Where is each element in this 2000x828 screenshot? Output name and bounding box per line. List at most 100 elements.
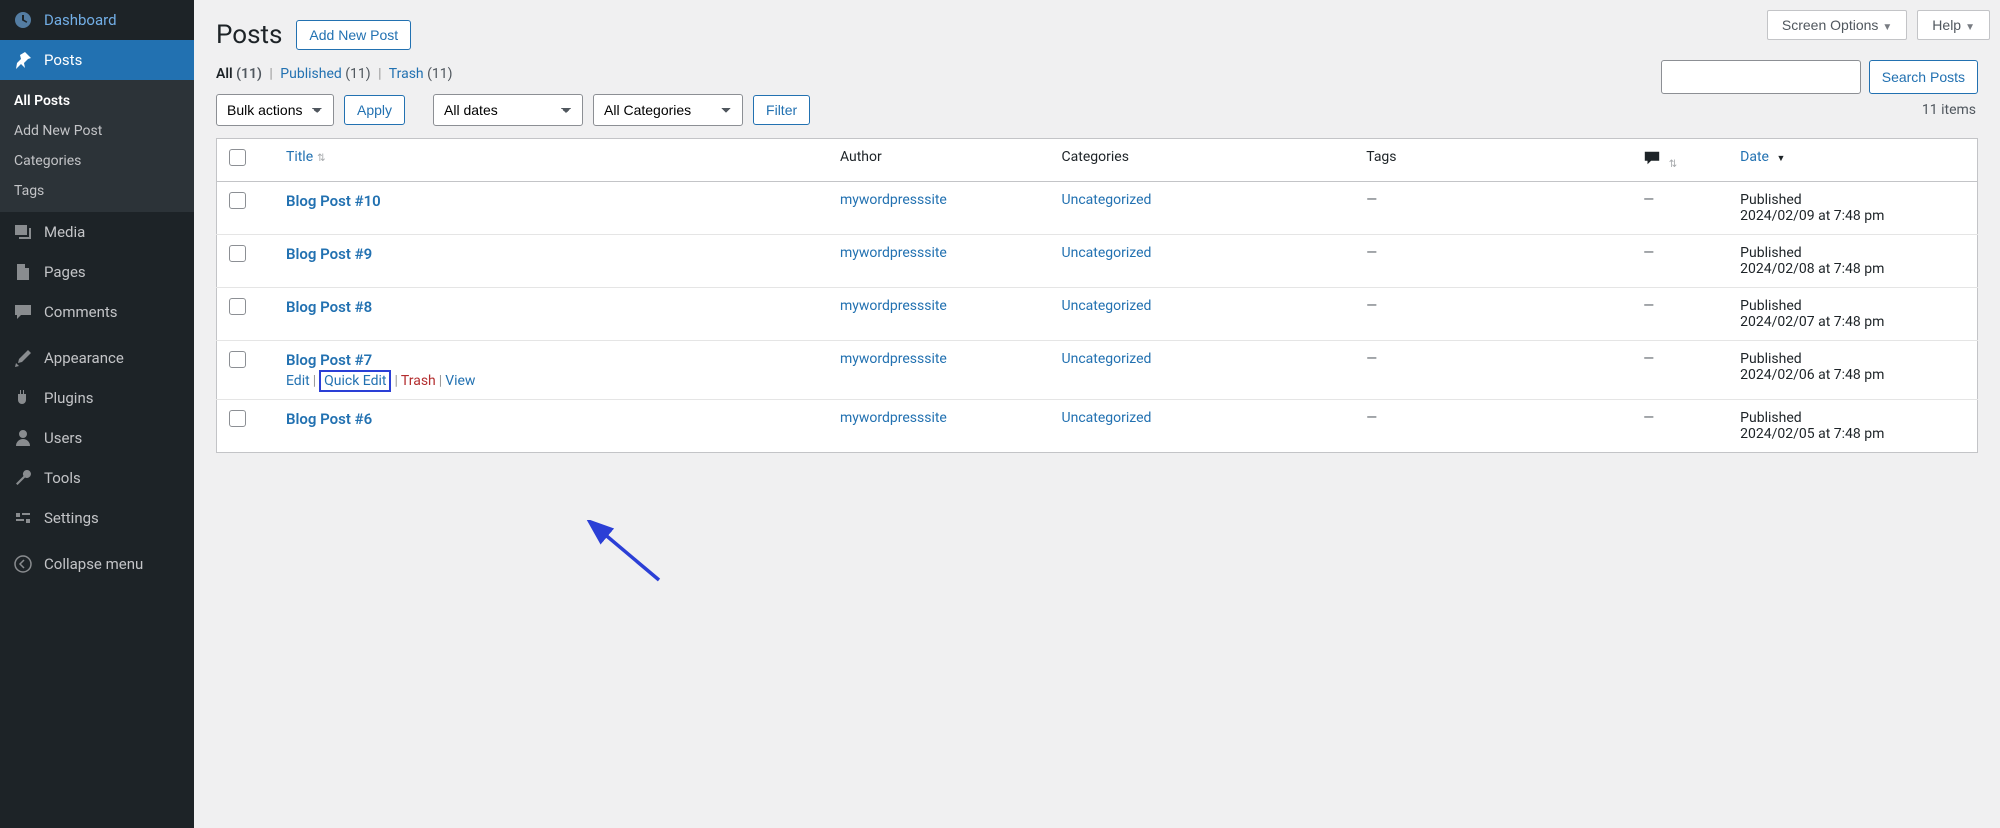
table-controls: Bulk actions Apply All dates All Categor… — [194, 94, 2000, 138]
post-date: 2024/02/05 at 7:48 pm — [1740, 426, 1884, 442]
select-all-checkbox[interactable] — [229, 149, 246, 166]
post-tags: — — [1366, 245, 1377, 261]
sidebar-item-settings[interactable]: Settings — [0, 498, 194, 538]
post-author-link[interactable]: mywordpresssite — [840, 192, 947, 208]
row-action-view[interactable]: View — [445, 373, 475, 389]
settings-icon — [12, 507, 34, 529]
sidebar-sub-tags[interactable]: Tags — [0, 176, 194, 206]
page-header: Posts Add New Post — [194, 0, 2000, 60]
collapse-icon — [12, 553, 34, 575]
sidebar-item-posts[interactable]: Posts — [0, 40, 194, 80]
table-row: Blog Post #6 mywordpresssite Uncategoriz… — [217, 400, 1978, 453]
column-header-date[interactable]: Date — [1728, 139, 1977, 182]
post-author-link[interactable]: mywordpresssite — [840, 410, 947, 426]
table-row: Blog Post #8 mywordpresssite Uncategoriz… — [217, 288, 1978, 341]
post-author-link[interactable]: mywordpresssite — [840, 245, 947, 261]
search-input[interactable] — [1661, 60, 1861, 94]
column-header-author: Author — [828, 139, 1050, 182]
post-category-link[interactable]: Uncategorized — [1062, 245, 1152, 261]
row-checkbox[interactable] — [229, 192, 246, 209]
row-action-edit[interactable]: Edit — [286, 373, 310, 389]
category-filter-select[interactable]: All Categories — [593, 94, 743, 126]
posts-table: Title Author Categories Tags Date Blog P… — [216, 138, 1978, 453]
search-form: Search Posts — [1661, 60, 1978, 94]
post-tags: — — [1366, 192, 1377, 208]
screen-options-button[interactable]: Screen Options▼ — [1767, 10, 1907, 40]
help-button[interactable]: Help▼ — [1917, 10, 1990, 40]
date-filter-select[interactable]: All dates — [433, 94, 583, 126]
post-tags: — — [1366, 298, 1377, 314]
sidebar-item-appearance[interactable]: Appearance — [0, 338, 194, 378]
post-comments-count: — — [1643, 410, 1654, 426]
sidebar-item-users[interactable]: Users — [0, 418, 194, 458]
sidebar-label: Media — [44, 223, 85, 241]
row-checkbox[interactable] — [229, 410, 246, 427]
row-checkbox[interactable] — [229, 351, 246, 368]
post-category-link[interactable]: Uncategorized — [1062, 351, 1152, 367]
sort-desc-icon — [1776, 153, 1785, 164]
sidebar-label: Appearance — [44, 349, 124, 367]
post-date-status: Published — [1740, 410, 1801, 426]
sidebar-label: Collapse menu — [44, 555, 143, 573]
column-header-title[interactable]: Title — [274, 139, 828, 182]
filter-published[interactable]: Published (11) — [280, 66, 370, 82]
item-count: 11 items — [1922, 102, 1978, 118]
column-header-comments[interactable] — [1631, 139, 1728, 182]
post-date-status: Published — [1740, 298, 1801, 314]
row-checkbox[interactable] — [229, 298, 246, 315]
sidebar-item-collapse[interactable]: Collapse menu — [0, 544, 194, 584]
sort-icon — [1669, 159, 1677, 170]
post-date: 2024/02/08 at 7:48 pm — [1740, 261, 1884, 277]
sidebar-sub-all-posts[interactable]: All Posts — [0, 86, 194, 116]
post-tags: — — [1366, 351, 1377, 367]
sidebar-submenu-posts: All Posts Add New Post Categories Tags — [0, 80, 194, 212]
bulk-actions-select[interactable]: Bulk actions — [216, 94, 334, 126]
post-comments-count: — — [1643, 192, 1654, 208]
media-icon — [12, 221, 34, 243]
sidebar-label: Plugins — [44, 389, 93, 407]
post-date-status: Published — [1740, 192, 1801, 208]
row-action-quick-edit[interactable]: Quick Edit — [319, 370, 391, 392]
filter-all[interactable]: All (11) — [216, 66, 262, 82]
row-actions: Edit|Quick Edit|Trash|View — [286, 373, 816, 389]
sidebar-item-media[interactable]: Media — [0, 212, 194, 252]
post-category-link[interactable]: Uncategorized — [1062, 298, 1152, 314]
post-title-link[interactable]: Blog Post #7 — [286, 351, 372, 369]
comment-icon — [12, 301, 34, 323]
admin-sidebar: Dashboard Posts All Posts Add New Post C… — [0, 0, 194, 828]
sidebar-label: Pages — [44, 263, 86, 281]
sidebar-item-comments[interactable]: Comments — [0, 292, 194, 332]
filter-trash[interactable]: Trash (11) — [389, 66, 453, 82]
column-header-tags: Tags — [1354, 139, 1631, 182]
search-posts-button[interactable]: Search Posts — [1869, 60, 1978, 94]
post-author-link[interactable]: mywordpresssite — [840, 298, 947, 314]
sidebar-sub-add-new[interactable]: Add New Post — [0, 116, 194, 146]
filter-button[interactable]: Filter — [753, 95, 810, 125]
post-date: 2024/02/06 at 7:48 pm — [1740, 367, 1884, 383]
sort-icon — [317, 153, 325, 164]
sidebar-item-dashboard[interactable]: Dashboard — [0, 0, 194, 40]
sidebar-item-pages[interactable]: Pages — [0, 252, 194, 292]
post-title-link[interactable]: Blog Post #6 — [286, 410, 372, 428]
sidebar-item-tools[interactable]: Tools — [0, 458, 194, 498]
row-action-trash[interactable]: Trash — [401, 373, 436, 389]
post-title-link[interactable]: Blog Post #9 — [286, 245, 372, 263]
post-title-link[interactable]: Blog Post #8 — [286, 298, 372, 316]
post-category-link[interactable]: Uncategorized — [1062, 410, 1152, 426]
caret-down-icon: ▼ — [1965, 22, 1975, 33]
sidebar-label: Dashboard — [44, 11, 117, 29]
sidebar-item-plugins[interactable]: Plugins — [0, 378, 194, 418]
table-row: Blog Post #7 Edit|Quick Edit|Trash|View … — [217, 341, 1978, 400]
post-title-link[interactable]: Blog Post #10 — [286, 192, 381, 210]
sidebar-sub-categories[interactable]: Categories — [0, 146, 194, 176]
apply-button[interactable]: Apply — [344, 95, 405, 125]
post-category-link[interactable]: Uncategorized — [1062, 192, 1152, 208]
post-comments-count: — — [1643, 245, 1654, 261]
dashboard-icon — [12, 9, 34, 31]
comment-icon — [1643, 149, 1661, 167]
post-author-link[interactable]: mywordpresssite — [840, 351, 947, 367]
row-checkbox[interactable] — [229, 245, 246, 262]
sidebar-label: Tools — [44, 469, 81, 487]
add-new-post-button[interactable]: Add New Post — [296, 20, 411, 50]
post-date-status: Published — [1740, 245, 1801, 261]
